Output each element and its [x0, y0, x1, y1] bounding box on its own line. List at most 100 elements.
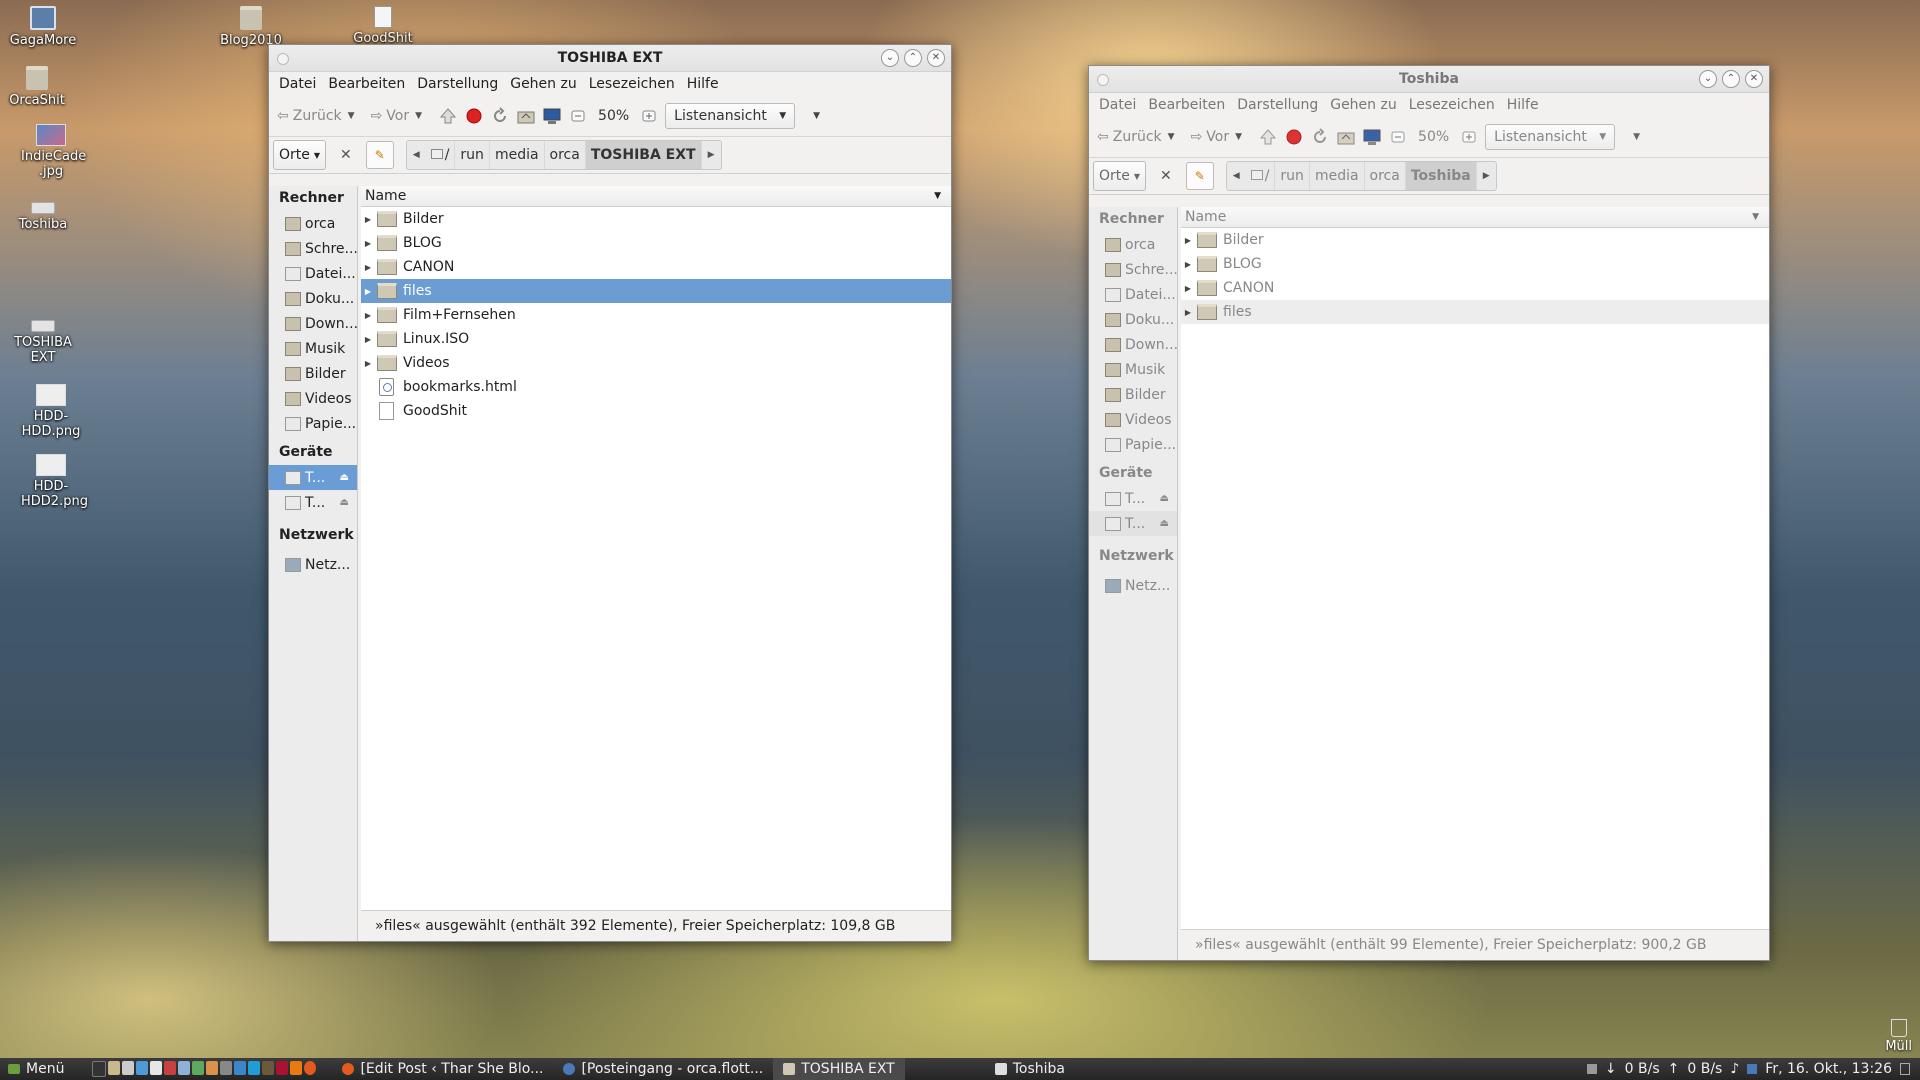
maximize-button[interactable]: ⌃: [904, 49, 922, 67]
document-icon[interactable]: [178, 1061, 191, 1075]
file-row[interactable]: ▶ Linux.ISO: [361, 327, 951, 351]
expander-icon[interactable]: ▶: [1181, 308, 1195, 317]
toolbar-overflow-icon[interactable]: ▼: [1633, 132, 1640, 142]
menu-bearbeiten[interactable]: Bearbeiten: [322, 76, 411, 92]
forward-button[interactable]: ⇨ Vor: [371, 108, 410, 124]
sidebar-item-device-1[interactable]: T... ⏏: [269, 465, 357, 490]
breadcrumb-left-icon[interactable]: ◀: [1227, 171, 1246, 181]
desktop-icon-hdd-png[interactable]: HDD- HDD.png: [6, 384, 96, 439]
file-row[interactable]: ▶ Videos: [361, 351, 951, 375]
sidebar-item-downloads[interactable]: Down...: [269, 311, 357, 336]
sidebar-item-network[interactable]: Netz...: [269, 552, 357, 577]
sidebar-item-pictures[interactable]: Bilder: [1089, 382, 1177, 407]
sidebar-item-device-2[interactable]: T... ⏏: [269, 490, 357, 515]
game-icon[interactable]: [276, 1061, 289, 1075]
desktop-icon-toshiba[interactable]: Toshiba: [0, 194, 88, 232]
desktop-trash[interactable]: Müll: [1885, 1019, 1912, 1054]
minimize-button[interactable]: ⌄: [1699, 70, 1717, 88]
expander-icon[interactable]: ▶: [1181, 236, 1195, 245]
back-history-dropdown[interactable]: ▼: [1168, 132, 1175, 142]
breadcrumb-orca[interactable]: orca: [1365, 162, 1406, 190]
sidebar-item-orca[interactable]: orca: [1089, 232, 1177, 257]
sidebar-item-music[interactable]: Musik: [1089, 357, 1177, 382]
maximize-button[interactable]: ⌃: [1722, 70, 1740, 88]
sidebar-item-documents[interactable]: Doku...: [269, 286, 357, 311]
home-folder-icon[interactable]: [1336, 127, 1356, 147]
close-button[interactable]: ✕: [1745, 70, 1763, 88]
eject-icon[interactable]: ⏏: [340, 472, 349, 483]
back-button[interactable]: ⇦ Zurück: [1097, 129, 1162, 145]
view-mode-select[interactable]: Listenansicht ▼: [665, 103, 796, 129]
sidebar-item-downloads[interactable]: Down...: [1089, 332, 1177, 357]
back-history-dropdown[interactable]: ▼: [348, 111, 355, 121]
menu-datei[interactable]: Datei: [273, 76, 322, 92]
breadcrumb-toshiba[interactable]: Toshiba: [1405, 162, 1477, 190]
close-sidebar-icon[interactable]: ✕: [1160, 168, 1172, 184]
start-menu-button[interactable]: Menü: [0, 1061, 72, 1077]
minimize-button[interactable]: ⌄: [881, 49, 899, 67]
desktop-icon-hdd2-png[interactable]: HDD- HDD2.png: [6, 454, 96, 509]
file-row[interactable]: ▶ BLOG: [1181, 252, 1769, 276]
expander-icon[interactable]: ▶: [361, 239, 375, 248]
expander-icon[interactable]: ▶: [361, 215, 375, 224]
sidebar-item-desktop[interactable]: Schre...: [269, 236, 357, 261]
up-icon[interactable]: [1258, 127, 1278, 147]
show-desktop-icon[interactable]: [1900, 1063, 1910, 1075]
toolbar-overflow-icon[interactable]: ▼: [813, 111, 820, 121]
expander-icon[interactable]: ▶: [361, 359, 375, 368]
sidebar-item-filesystem[interactable]: Datei...: [1089, 282, 1177, 307]
desktop-icon-orcashit[interactable]: OrcaShit: [0, 66, 82, 108]
task-toshiba[interactable]: Toshiba: [985, 1058, 1075, 1080]
forward-history-dropdown[interactable]: ▼: [1235, 132, 1242, 142]
sidebar-item-orca[interactable]: orca: [269, 211, 357, 236]
menu-datei[interactable]: Datei: [1093, 97, 1142, 113]
terminal-icon[interactable]: [92, 1061, 107, 1077]
close-sidebar-icon[interactable]: ✕: [340, 147, 352, 163]
places-dropdown[interactable]: Orte ▼: [1093, 161, 1147, 191]
file-row[interactable]: bookmarks.html: [361, 375, 951, 399]
media-player-icon[interactable]: [290, 1061, 303, 1075]
places-dropdown[interactable]: Orte ▼: [273, 140, 327, 170]
menu-gehen-zu[interactable]: Gehen zu: [504, 76, 583, 92]
stop-icon[interactable]: [1284, 127, 1304, 147]
desktop-icon-blog2010[interactable]: Blog2010: [206, 6, 296, 48]
breadcrumb-run[interactable]: run: [455, 141, 490, 169]
breadcrumb-toshiba-ext[interactable]: TOSHIBA EXT: [585, 141, 702, 169]
settings-icon[interactable]: [220, 1061, 233, 1075]
column-header-name[interactable]: Name ▼: [361, 186, 951, 207]
menu-darstellung[interactable]: Darstellung: [411, 76, 504, 92]
expander-icon[interactable]: ▶: [1181, 284, 1195, 293]
breadcrumb-root[interactable]: /: [426, 141, 456, 169]
sidebar-item-trash[interactable]: Papie...: [269, 411, 357, 436]
edit-location-button[interactable]: ✎: [1185, 162, 1214, 190]
zoom-out-icon[interactable]: [1388, 127, 1408, 147]
breadcrumb-root[interactable]: /: [1246, 162, 1276, 190]
computer-icon[interactable]: [542, 106, 562, 126]
menu-gehen-zu[interactable]: Gehen zu: [1324, 97, 1403, 113]
up-icon[interactable]: [438, 106, 458, 126]
edit-location-button[interactable]: ✎: [365, 141, 394, 169]
sidebar-item-videos[interactable]: Videos: [269, 386, 357, 411]
desktop-icon-goodshit[interactable]: GoodShit: [338, 6, 428, 46]
editor-icon[interactable]: [150, 1061, 163, 1075]
menu-lesezeichen[interactable]: Lesezeichen: [583, 76, 681, 92]
task-edit-post[interactable]: [Edit Post ‹ Thar She Blo...: [332, 1058, 553, 1080]
menu-lesezeichen[interactable]: Lesezeichen: [1403, 97, 1501, 113]
titlebar[interactable]: Toshiba ⌄ ⌃ ✕: [1089, 66, 1769, 93]
sidebar-item-pictures[interactable]: Bilder: [269, 361, 357, 386]
sidebar-item-documents[interactable]: Doku...: [1089, 307, 1177, 332]
expander-icon[interactable]: ▶: [361, 287, 375, 296]
zoom-in-icon[interactable]: [1459, 127, 1479, 147]
desktop-icon-toshiba-ext[interactable]: TOSHIBA EXT: [0, 312, 88, 365]
sidebar-item-device-2[interactable]: T... ⏏: [1089, 511, 1177, 536]
owl-icon[interactable]: [262, 1061, 275, 1075]
sidebar-item-trash[interactable]: Papie...: [1089, 432, 1177, 457]
breadcrumb-right-icon[interactable]: ▶: [702, 150, 721, 160]
stop-icon[interactable]: [464, 106, 484, 126]
network-icon[interactable]: [234, 1061, 247, 1075]
files-icon[interactable]: [108, 1061, 121, 1075]
chat-icon[interactable]: [248, 1061, 261, 1075]
menu-hilfe[interactable]: Hilfe: [1501, 97, 1545, 113]
desktop-icon-indiecade[interactable]: IndieCade .jpg: [6, 124, 96, 179]
file-row[interactable]: ▶ Bilder: [1181, 228, 1769, 252]
